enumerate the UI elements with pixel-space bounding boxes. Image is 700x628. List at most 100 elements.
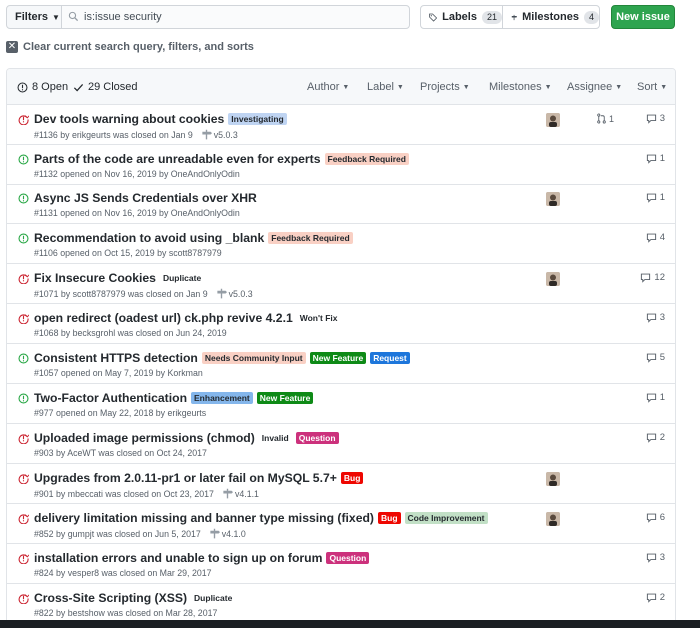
issue-label[interactable]: New Feature [256, 392, 314, 404]
comment-count[interactable]: 3 [646, 552, 665, 563]
issue-row[interactable]: open redirect (oadest url) ck.php revive… [7, 304, 675, 344]
issue-title-link[interactable]: Parts of the code are unreadable even fo… [34, 152, 321, 166]
issue-row[interactable]: Upgrades from 2.0.11-pr1 or later fail o… [7, 464, 675, 504]
issue-label[interactable]: Needs Community Input [201, 352, 306, 364]
avatar[interactable] [546, 192, 560, 206]
issue-label[interactable]: Bug [377, 512, 401, 524]
issue-closed-icon [18, 273, 30, 285]
issue-title-link[interactable]: Uploaded image permissions (chmod) [34, 431, 255, 445]
issue-row[interactable]: Recommendation to avoid using _blank Feed… [7, 224, 675, 264]
assignee-filter[interactable]: Assignee ▼ [567, 69, 622, 105]
comment-count[interactable]: 1 [646, 392, 665, 403]
issue-row[interactable]: Uploaded image permissions (chmod) Invali… [7, 424, 675, 464]
issue-label[interactable]: Question [326, 552, 370, 564]
new-issue-button[interactable]: New issue [611, 5, 675, 29]
issue-opened-icon [18, 154, 29, 165]
sort-filter[interactable]: Sort ▼ [637, 69, 667, 105]
issue-milestone[interactable]: v5.0.3 [201, 129, 238, 140]
issue-label[interactable]: Enhancement [191, 392, 253, 404]
comment-count[interactable]: 12 [640, 272, 665, 283]
issue-label[interactable]: Duplicate [191, 592, 236, 604]
issue-milestone[interactable]: v4.1.1 [222, 488, 259, 499]
issue-title-link[interactable]: Async JS Sends Credentials over XHR [34, 191, 257, 205]
issue-label[interactable]: Feedback Required [268, 232, 353, 244]
issue-label[interactable]: Feedback Required [324, 153, 409, 165]
issue-title-link[interactable]: Consistent HTTPS detection [34, 351, 198, 365]
milestones-button[interactable]: Milestones 4 [502, 5, 600, 29]
author-filter[interactable]: Author ▼ [307, 69, 349, 105]
issue-milestone[interactable]: v4.1.0 [209, 528, 246, 539]
issue-label[interactable]: Won't Fix [296, 312, 341, 324]
labels-button[interactable]: Labels 21 [420, 5, 503, 29]
issue-title-link[interactable]: Dev tools warning about cookies [34, 112, 224, 126]
issue-label[interactable]: Invalid [258, 432, 292, 444]
issue-label[interactable]: Code Improvement [404, 512, 488, 524]
issue-row[interactable]: Fix Insecure Cookies Duplicate #1071 by sc… [7, 264, 675, 304]
issue-title-link[interactable]: open redirect (oadest url) ck.php revive… [34, 311, 293, 325]
open-filter[interactable]: 8 Open [17, 69, 68, 105]
comment-count[interactable]: 5 [646, 352, 665, 363]
issue-closed-icon [18, 115, 30, 126]
issue-title-link[interactable]: Upgrades from 2.0.11-pr1 or later fail o… [34, 471, 337, 485]
comment-count[interactable]: 1 [646, 192, 665, 203]
issue-meta-text: #1106 opened on Oct 15, 2019 by scott878… [34, 248, 222, 258]
issue-row[interactable]: installation errors and unable to sign u… [7, 544, 675, 584]
issue-closed-icon [18, 553, 30, 565]
issue-row[interactable]: Consistent HTTPS detection Needs Communit… [7, 344, 675, 384]
projects-filter[interactable]: Projects ▼ [420, 69, 470, 105]
avatar[interactable] [546, 472, 560, 486]
issue-row[interactable]: Dev tools warning about cookies Investiga… [7, 105, 675, 145]
issue-row[interactable]: Cross-Site Scripting (XSS) Duplicate #822 … [7, 584, 675, 624]
avatar-image [546, 192, 560, 206]
issue-closed-icon [18, 593, 30, 605]
issue-title-link[interactable]: Recommendation to avoid using _blank [34, 231, 264, 245]
issue-meta: #1136 by erikgeurts was closed on Jan 9 v… [34, 129, 238, 140]
issue-label[interactable]: Duplicate [159, 272, 205, 284]
issue-meta: #1057 opened on May 7, 2019 by Korkman [34, 368, 203, 378]
comment-count[interactable]: 4 [646, 232, 665, 243]
avatar[interactable] [546, 113, 560, 127]
comment-count[interactable]: 3 [646, 312, 665, 323]
avatar-image [546, 272, 560, 286]
issue-label[interactable]: Question [295, 432, 339, 444]
comment-count[interactable]: 3 [646, 113, 665, 124]
issue-meta-text: #1136 by erikgeurts was closed on Jan 9 [34, 129, 193, 140]
search-input[interactable]: is:issue security [61, 5, 410, 29]
issue-title-link[interactable]: delivery limitation missing and banner t… [34, 511, 374, 525]
issue-opened-icon [18, 353, 29, 364]
issue-row[interactable]: Two-Factor Authentication Enhancement New … [7, 384, 675, 424]
issue-row[interactable]: Parts of the code are unreadable even fo… [7, 145, 675, 185]
linked-pr[interactable]: 1 [596, 113, 614, 124]
comment-count[interactable]: 6 [646, 512, 665, 523]
issue-label[interactable]: New Feature [309, 352, 367, 364]
comment-count[interactable]: 1 [646, 153, 665, 164]
closed-filter[interactable]: 29 Closed [73, 69, 138, 105]
issue-label[interactable]: Request [370, 352, 410, 364]
milestones-filter[interactable]: Milestones ▼ [489, 69, 552, 105]
issue-closed-icon [18, 274, 30, 285]
filters-label: Filters [15, 11, 49, 23]
issue-row[interactable]: delivery limitation missing and banner t… [7, 504, 675, 544]
issue-meta-text: #852 by gumpjt was closed on Jun 5, 2017 [34, 528, 201, 539]
avatar[interactable] [546, 272, 560, 286]
issue-title-link[interactable]: Fix Insecure Cookies [34, 271, 156, 285]
issue-row[interactable]: Async JS Sends Credentials over XHR #1131… [7, 184, 675, 224]
issue-meta-text: #1068 by becksgrohl was closed on Jun 24… [34, 328, 227, 338]
avatar[interactable] [546, 512, 560, 526]
issue-label[interactable]: Bug [340, 472, 364, 484]
comment-count-number: 5 [659, 352, 665, 363]
issue-milestone[interactable]: v5.0.3 [216, 288, 253, 299]
issue-title-link[interactable]: Cross-Site Scripting (XSS) [34, 591, 187, 605]
filters-button[interactable]: Filters ▼ [6, 5, 62, 29]
clear-filters-link[interactable]: ✕ Clear current search query, filters, a… [6, 40, 254, 54]
comment-count[interactable]: 2 [646, 592, 665, 603]
issue-title-link[interactable]: installation errors and unable to sign u… [34, 551, 322, 565]
issue-label[interactable]: Investigating [228, 113, 287, 125]
comment-count[interactable]: 2 [646, 432, 665, 443]
label-filter[interactable]: Label ▼ [367, 69, 404, 105]
issue-title-link[interactable]: Two-Factor Authentication [34, 391, 187, 405]
issue-meta: #1131 opened on Nov 16, 2019 by OneAndOn… [34, 208, 240, 218]
labels-label: Labels [442, 11, 477, 23]
assignee-filter-label: Assignee [567, 81, 613, 93]
issue-closed-icon [18, 114, 30, 126]
